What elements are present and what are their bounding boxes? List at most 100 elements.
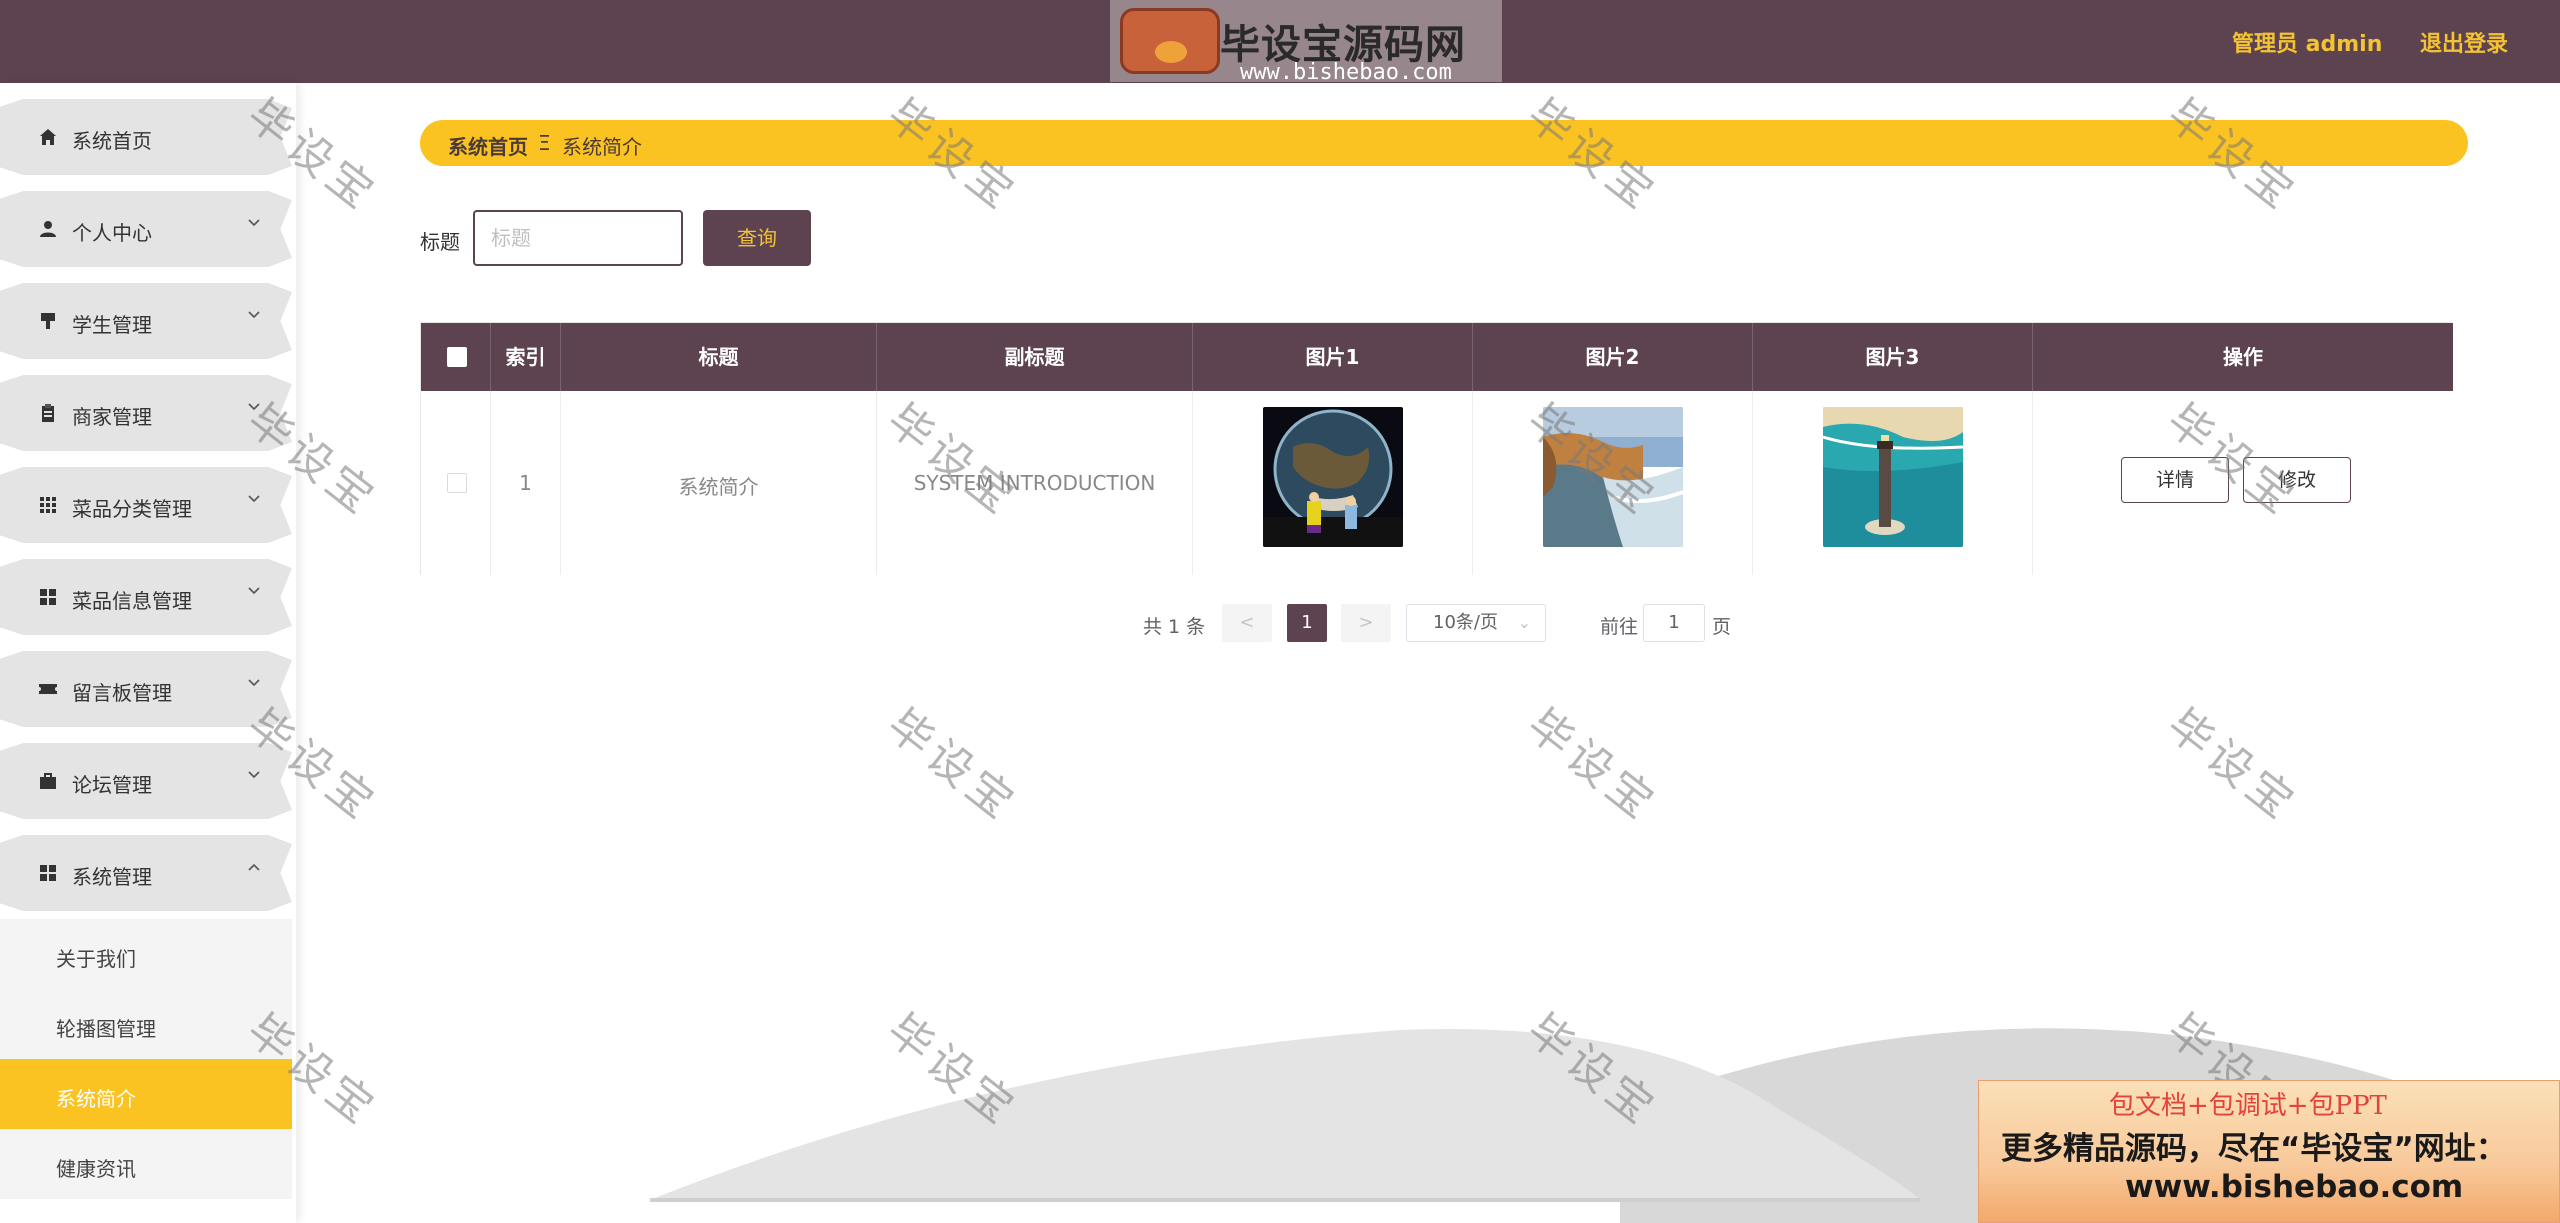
column-header-title: 标题	[561, 323, 877, 391]
pagination-goto-unit: 页	[1712, 616, 1732, 638]
select-all-checkbox[interactable]	[447, 347, 467, 367]
cell-index: 1	[491, 391, 561, 575]
page-size-value: 10条/页	[1433, 612, 1498, 633]
chevron-down-icon	[246, 399, 262, 420]
chevron-up-icon	[246, 859, 262, 880]
select-all-cell	[421, 323, 491, 391]
chevron-down-icon	[246, 215, 262, 236]
chevron-down-icon	[246, 307, 262, 328]
user-icon	[38, 219, 58, 239]
logo-url: www.bishebao.com	[1240, 60, 1452, 85]
search-label: 标题	[420, 230, 460, 254]
chevron-down-icon	[246, 491, 262, 512]
chevron-down-icon	[246, 675, 262, 696]
ad-line2: 更多精品源码，尽在“毕设宝”网址：	[2001, 1131, 2507, 1167]
row-select-cell	[421, 391, 491, 575]
logout-button[interactable]: 退出登录	[2420, 26, 2508, 58]
sidebar-subitem-about[interactable]: 关于我们	[0, 919, 292, 989]
chevron-down-icon	[246, 767, 262, 788]
sidebar: 系统首页 个人中心 学生管理 商家管理 菜品分类管理 菜品信息管理 留言板管理 …	[0, 83, 296, 1223]
breadcrumb-home[interactable]: 系统首页	[448, 131, 528, 160]
sidebar-item-personal-center[interactable]: 个人中心	[0, 191, 292, 267]
sidebar-subitem-carousel[interactable]: 轮播图管理	[0, 989, 292, 1059]
sidebar-item-label: 商家管理	[72, 405, 152, 429]
lighthouse-image	[1823, 407, 1963, 547]
logo-badge-icon	[1120, 8, 1220, 74]
sidebar-item-home[interactable]: 系统首页	[0, 99, 292, 175]
breadcrumb: 系统首页 Ξ 系统简介	[420, 120, 2468, 166]
row-checkbox[interactable]	[447, 473, 467, 493]
sidebar-subitem-health-news[interactable]: 健康资讯	[0, 1129, 292, 1199]
pagination-total: 共 1 条	[1143, 616, 1206, 638]
column-header-image2: 图片2	[1473, 323, 1753, 391]
detail-button[interactable]: 详情	[2121, 457, 2229, 503]
sidebar-item-students[interactable]: 学生管理	[0, 283, 292, 359]
pagination-page-1[interactable]: 1	[1287, 604, 1327, 642]
page-size-select[interactable]: 10条/页 ⌄	[1406, 604, 1546, 642]
column-header-index: 索引	[491, 323, 561, 391]
cell-image1	[1193, 391, 1473, 575]
sidebar-item-merchants[interactable]: 商家管理	[0, 375, 292, 451]
sidebar-item-message-board[interactable]: 留言板管理	[0, 651, 292, 727]
apps-icon	[38, 587, 58, 607]
chevron-down-icon: ⌄	[1517, 613, 1531, 632]
sidebar-item-forum[interactable]: 论坛管理	[0, 743, 292, 819]
pagination-goto-input[interactable]: 1	[1643, 604, 1705, 642]
cell-image3	[1753, 391, 2033, 575]
column-header-subtitle: 副标题	[877, 323, 1193, 391]
sidebar-item-label: 留言板管理	[72, 681, 172, 705]
ticket-icon	[38, 679, 58, 699]
sidebar-item-label: 菜品分类管理	[72, 497, 192, 521]
sidebar-subitem-label: 健康资讯	[56, 1157, 136, 1181]
sidebar-item-system[interactable]: 系统管理	[0, 835, 292, 911]
table-header: 索引 标题 副标题 图片1 图片2 图片3 操作	[421, 323, 2453, 391]
sidebar-item-label: 论坛管理	[72, 773, 152, 797]
pagination-prev-button[interactable]: <	[1222, 604, 1272, 642]
column-header-image1: 图片1	[1193, 323, 1473, 391]
watermark-text: 毕设宝	[1517, 699, 1668, 832]
pagination-next-button[interactable]: >	[1341, 604, 1391, 642]
ad-line3: www.bishebao.com	[2125, 1169, 2464, 1205]
column-header-actions: 操作	[2223, 345, 2263, 369]
sidebar-item-dish-info[interactable]: 菜品信息管理	[0, 559, 292, 635]
sidebar-subitem-label: 关于我们	[56, 947, 136, 971]
grid-icon	[38, 495, 58, 515]
top-header: 毕设宝源码网 www.bishebao.com 管理员 admin 退出登录	[0, 0, 2560, 85]
watermark-text: 毕设宝	[877, 699, 1028, 832]
title-search-input[interactable]	[473, 210, 683, 266]
cell-subtitle-text: SYSTEM INTRODUCTION	[913, 471, 1156, 495]
sidebar-subitem-system-intro[interactable]: 系统简介	[0, 1059, 292, 1129]
sidebar-item-label: 学生管理	[72, 313, 152, 337]
ad-banner[interactable]: 包文档+包调试+包PPT 更多精品源码，尽在“毕设宝”网址： www.bishe…	[1978, 1080, 2560, 1223]
cell-image2	[1473, 391, 1753, 575]
edit-button[interactable]: 修改	[2243, 457, 2351, 503]
sidebar-subitem-label: 系统简介	[56, 1087, 136, 1111]
apps-icon	[38, 863, 58, 883]
sidebar-subitem-label: 轮播图管理	[56, 1017, 156, 1041]
watermark-text: 毕设宝	[2157, 699, 2308, 832]
home-icon	[38, 127, 58, 147]
cell-title-text: 系统简介	[678, 475, 759, 499]
search-button[interactable]: 查询	[703, 210, 811, 266]
site-logo: 毕设宝源码网 www.bishebao.com	[1110, 0, 1502, 85]
data-table: 索引 标题 副标题 图片1 图片2 图片3 操作 1 系统简介 SYSTEM I…	[420, 322, 2453, 575]
pagination-goto-label: 前往	[1600, 616, 1639, 638]
cell-index-text: 1	[519, 471, 532, 495]
breadcrumb-current: 系统简介	[562, 135, 642, 159]
current-user: 管理员 admin	[2232, 32, 2383, 57]
coast-image	[1543, 407, 1683, 547]
earth-image	[1263, 407, 1403, 547]
student-icon	[38, 311, 58, 331]
sidebar-item-label: 系统管理	[72, 865, 152, 889]
table-row: 1 系统简介 SYSTEM INTRODUCTION 详情 修改	[421, 391, 2453, 575]
chevron-down-icon	[246, 583, 262, 604]
ad-line1: 包文档+包调试+包PPT	[2109, 1091, 2387, 1121]
cell-actions: 详情 修改	[2033, 391, 2453, 575]
briefcase-icon	[38, 771, 58, 791]
sidebar-item-label: 个人中心	[72, 221, 152, 245]
clipboard-icon	[38, 403, 58, 423]
sidebar-item-dish-category[interactable]: 菜品分类管理	[0, 467, 292, 543]
breadcrumb-separator-icon: Ξ	[538, 131, 551, 155]
sidebar-item-label: 系统首页	[72, 129, 152, 153]
cell-subtitle: SYSTEM INTRODUCTION	[877, 391, 1193, 575]
